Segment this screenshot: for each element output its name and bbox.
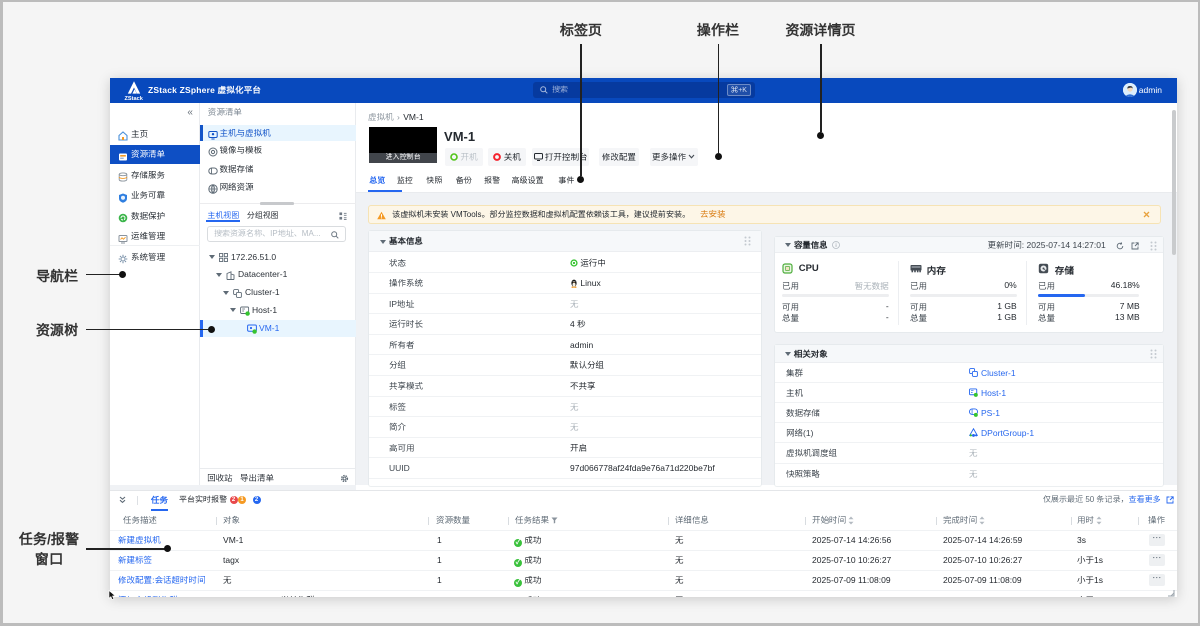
svg-text:ZStack: ZStack [124, 96, 143, 102]
